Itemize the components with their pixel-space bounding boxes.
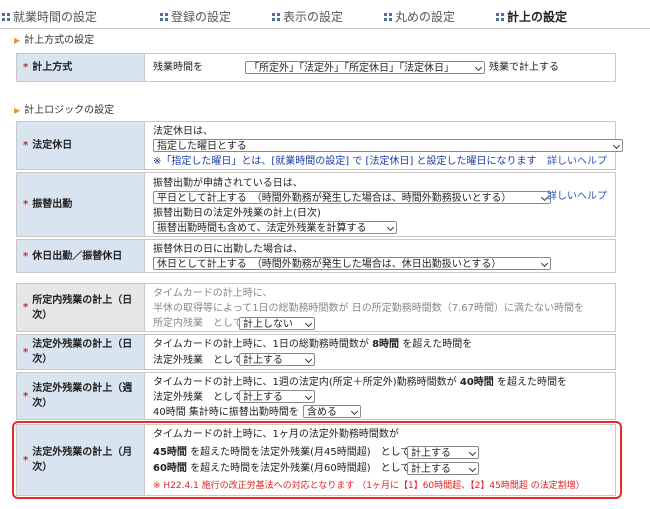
method-row: * 計上方式 残業時間を 「所定外」「法定外」「所定休日」「法定休日」 残業で計上… (16, 53, 616, 82)
legal-holiday-text: 法定休日は、 (153, 126, 213, 137)
in-ot-daily-line1: タイムカードの計上時に、 (153, 288, 273, 299)
method-label: * 計上方式 (17, 54, 145, 81)
substitute-work-ot-select[interactable]: 振替出勤時間も含めて、法定外残業を計算する (153, 221, 397, 234)
substitute-work-text: 振替出勤が申請されている日は、 (153, 178, 303, 189)
tab-work-hours[interactable]: 就業時間の設定 (2, 8, 97, 25)
out-ot-daily-label: * 法定外残業の計上（日次） (17, 335, 145, 369)
method-select[interactable]: 「所定外」「法定外」「所定休日」「法定休日」 (245, 61, 485, 74)
required-mark: * (23, 199, 29, 210)
substitute-work-text2: 振替出勤日の法定外残業の計上(日次) (153, 208, 321, 219)
out-ot-daily-line2: 法定外残業 として (153, 355, 243, 366)
required-mark: * (23, 302, 29, 313)
in-ot-daily-select[interactable]: 計上しない (239, 317, 315, 330)
out-ot-daily-line1: タイムカードの計上時に、1日の総勤務時間数が 8時間 を超えた時間を (153, 339, 473, 350)
in-ot-daily-row: * 所定内残業の計上（日次） タイムカードの計上時に、 半休の取得等によって1日の… (16, 283, 616, 332)
substitute-work-select[interactable]: 平日として計上する （時間外勤務が発生した場合は、時間外勤務扱いとする） (153, 191, 551, 204)
required-mark: * (23, 390, 29, 402)
section-method-title: ▶ 計上方式の設定 (14, 35, 95, 46)
out-ot-daily-select[interactable]: 計上する (239, 353, 315, 366)
out-ot-daily-row: * 法定外残業の計上（日次） タイムカードの計上時に、1日の総勤務時間数が 8時間… (16, 334, 616, 370)
holiday-work-text: 振替休日の日に出勤した場合は、 (153, 244, 303, 255)
holiday-work-select[interactable]: 休日として計上する （時間外勤務が発生した場合は、休日出勤扱いとする） (153, 257, 551, 270)
out-ot-weekly-line2: 法定外残業 として (153, 392, 243, 403)
in-ot-daily-line2: 半休の取得等によって1日の総勤務時間数が 日の所定勤務時間数（7.67時間）に満… (153, 303, 585, 314)
substitute-work-label: * 振替出勤 (17, 173, 145, 236)
tab-rounding[interactable]: 丸めの設定 (384, 8, 455, 25)
required-mark: * (23, 346, 29, 358)
required-mark: * (23, 140, 29, 151)
tab-registration[interactable]: 登録の設定 (160, 8, 231, 25)
legal-holiday-note: ※「指定した曜日」とは、[就業時間の設定] で [法定休日] と設定した曜日にな… (153, 156, 537, 167)
legal-holiday-row: * 法定休日 法定休日は、 指定した曜日とする ※「指定した曜日」とは、[就業時間… (16, 121, 623, 170)
in-ot-daily-label: * 所定内残業の計上（日次） (17, 284, 145, 331)
substitute-work-row: * 振替出勤 振替出勤が申請されている日は、 平日として計上する （時間外勤務が発… (16, 172, 616, 237)
out-ot-weekly-line3: 40時間 集計時に振替出勤時間を (153, 407, 299, 418)
out-ot-weekly-select[interactable]: 計上する (239, 390, 315, 403)
out-ot-weekly-row: * 法定外残業の計上（週次） タイムカードの計上時に、1週の法定内(所定＋所定外)… (16, 372, 616, 420)
highlight-box (12, 421, 622, 499)
tab-display[interactable]: 表示の設定 (272, 8, 343, 25)
triangle-right-icon: ▶ (14, 36, 21, 45)
method-suffix: 残業で計上する (489, 62, 559, 73)
method-prefix: 残業時間を (153, 62, 203, 73)
legal-holiday-label: * 法定休日 (17, 122, 145, 169)
grid-icon (496, 13, 504, 21)
settings-tabs: 就業時間の設定 登録の設定 表示の設定 丸めの設定 計上の設定 (0, 0, 650, 29)
help-link[interactable]: 詳しいヘルプ (547, 190, 607, 203)
help-link[interactable]: 詳しいヘルプ (547, 155, 607, 168)
legal-holiday-select[interactable]: 指定した曜日とする (153, 139, 623, 152)
section-logic-title: ▶ 計上ロジックの設定 (14, 105, 115, 116)
holiday-work-label: * 休日出勤／振替休日 (17, 240, 145, 272)
required-mark: * (23, 62, 29, 73)
grid-icon (272, 13, 280, 21)
required-mark: * (23, 250, 29, 262)
triangle-right-icon: ▶ (14, 106, 21, 115)
grid-icon (160, 13, 168, 21)
out-ot-weekly-include-select[interactable]: 含める (303, 405, 361, 418)
grid-icon (2, 13, 10, 21)
holiday-work-row: * 休日出勤／振替休日 振替休日の日に出勤した場合は、 休日として計上する （時間… (16, 239, 616, 273)
out-ot-weekly-label: * 法定外残業の計上（週次） (17, 373, 145, 419)
in-ot-daily-line3: 所定内残業 として (153, 318, 243, 329)
tab-accounting[interactable]: 計上の設定 (496, 8, 567, 25)
grid-icon (384, 13, 392, 21)
out-ot-weekly-line1: タイムカードの計上時に、1週の法定内(所定＋所定外)勤務時間数が 40時間 を超… (153, 377, 567, 388)
